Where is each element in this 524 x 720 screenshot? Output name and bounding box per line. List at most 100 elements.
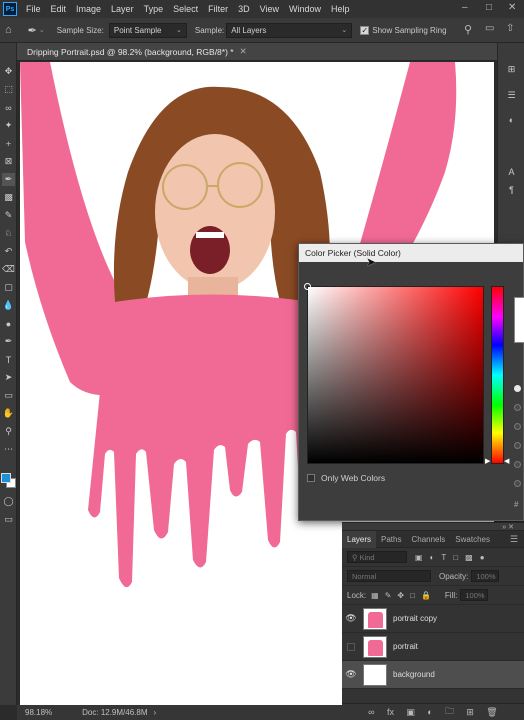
menu-view[interactable]: View (255, 4, 284, 14)
eyedropper-preset-icon[interactable]: ✒ (28, 24, 37, 37)
eyedropper-tool-icon[interactable]: ✒ (2, 173, 15, 186)
layer-style-icon[interactable]: fx (387, 707, 394, 717)
zoom-tool-icon[interactable]: ⚲ (2, 425, 15, 438)
menu-type[interactable]: Type (139, 4, 169, 14)
hue-slider[interactable] (491, 286, 504, 464)
red-radio[interactable] (514, 442, 521, 449)
eraser-tool-icon[interactable]: ⌫ (2, 263, 15, 276)
lock-pixels-icon[interactable]: ✎ (385, 591, 392, 600)
only-web-colors-checkbox[interactable] (307, 474, 315, 482)
tab-swatches[interactable]: Swatches (450, 531, 495, 548)
menu-file[interactable]: File (21, 4, 46, 14)
hue-radio[interactable] (514, 385, 521, 392)
sample-select[interactable]: All Layers ⌄ (226, 22, 353, 38)
move-tool-icon[interactable]: ✥ (2, 65, 15, 78)
magic-wand-tool-icon[interactable]: ✦ (2, 119, 15, 132)
clone-stamp-tool-icon[interactable]: ♘ (2, 227, 15, 240)
adjustments-panel-icon[interactable]: ◐ (505, 113, 518, 126)
menu-image[interactable]: Image (71, 4, 106, 14)
menu-help[interactable]: Help (326, 4, 355, 14)
blur-tool-icon[interactable]: 💧 (2, 299, 15, 312)
hue-slider-handle-icon[interactable]: ◀ (504, 457, 509, 465)
type-tool-icon[interactable]: T (2, 353, 15, 366)
crop-tool-icon[interactable]: ⧾ (2, 137, 15, 150)
dodge-tool-icon[interactable]: ● (2, 317, 15, 330)
home-icon[interactable]: ⌂ (5, 24, 12, 36)
gradient-tool-icon[interactable]: ▢ (2, 281, 15, 294)
more-tools-icon[interactable]: ⋯ (2, 443, 15, 456)
lock-transparency-icon[interactable]: ▦ (371, 591, 379, 600)
layer-name[interactable]: portrait (393, 642, 418, 651)
show-sampling-ring-checkbox[interactable]: ✓ (360, 25, 370, 35)
paragraph-panel-icon[interactable]: ¶ (505, 183, 518, 196)
new-layer-icon[interactable]: ⊞ (466, 707, 474, 718)
menu-window[interactable]: Window (284, 4, 326, 14)
close-tab-icon[interactable]: ✕ (240, 46, 247, 57)
frame-tool-icon[interactable]: ⊠ (2, 155, 15, 168)
color-selection-marker[interactable] (304, 283, 311, 290)
menu-edit[interactable]: Edit (46, 4, 72, 14)
saturation-radio[interactable] (514, 404, 521, 411)
layer-name[interactable]: background (393, 670, 435, 679)
eye-icon[interactable]: 👁 (342, 613, 360, 624)
properties-panel-icon[interactable]: ☰ (505, 89, 518, 102)
document-tab[interactable]: Dripping Portrait.psd @ 98.2% (backgroun… (17, 43, 497, 61)
path-selection-tool-icon[interactable]: ➤ (2, 371, 15, 384)
menu-filter[interactable]: Filter (203, 4, 233, 14)
search-icon[interactable]: ⚲ (464, 23, 472, 36)
pixel-filter-icon[interactable]: ▣ (415, 553, 423, 562)
quick-mask-icon[interactable]: ◯ (2, 495, 15, 508)
new-group-icon[interactable]: 🗀 (445, 704, 454, 720)
chevron-down-icon[interactable]: ⌄ (39, 26, 45, 34)
lock-position-icon[interactable]: ✥ (397, 591, 404, 600)
tab-channels[interactable]: Channels (406, 531, 450, 548)
only-web-colors-option[interactable]: Only Web Colors (307, 473, 385, 483)
add-mask-icon[interactable]: ▣ (406, 707, 415, 718)
layer-row[interactable]: 👁 background (342, 661, 524, 689)
character-panel-icon[interactable]: A (505, 165, 518, 178)
chevron-right-icon[interactable]: › (154, 708, 157, 717)
hue-slider-handle-icon[interactable]: ▶ (485, 457, 490, 465)
layer-name[interactable]: portrait copy (393, 614, 437, 623)
menu-layer[interactable]: Layer (106, 4, 139, 14)
visibility-toggle[interactable] (347, 642, 355, 651)
link-layers-icon[interactable]: ∞ (368, 707, 374, 717)
menu-3d[interactable]: 3D (233, 4, 255, 14)
tab-paths[interactable]: Paths (376, 531, 406, 548)
panel-menu-icon[interactable]: ☰ (510, 534, 518, 545)
brightness-radio[interactable] (514, 423, 521, 430)
blend-mode-select[interactable]: Normal (347, 570, 431, 582)
blue-radio[interactable] (514, 480, 521, 487)
marquee-tool-icon[interactable]: ⬚ (2, 83, 15, 96)
lock-all-icon[interactable]: 🔒 (421, 591, 431, 600)
kind-filter-select[interactable]: ⚲ Kind (347, 551, 407, 563)
adjustment-filter-icon[interactable]: ◐ (430, 553, 435, 562)
eye-icon[interactable]: 👁 (342, 669, 360, 680)
fill-input[interactable]: 100% (460, 589, 489, 601)
brush-tool-icon[interactable]: ✎ (2, 209, 15, 222)
tab-layers[interactable]: Layers (342, 530, 377, 548)
pen-tool-icon[interactable]: ✒ (2, 335, 15, 348)
hand-tool-icon[interactable]: ✋ (2, 407, 15, 420)
close-window-icon[interactable]: ✕ (508, 2, 516, 13)
color-picker-title[interactable]: Color Picker (Solid Color) (299, 244, 523, 262)
smart-object-filter-icon[interactable]: ▩ (465, 553, 473, 562)
rectangle-tool-icon[interactable]: ▭ (2, 389, 15, 402)
shape-filter-icon[interactable]: □ (453, 553, 458, 562)
lasso-tool-icon[interactable]: ∞ (2, 101, 15, 114)
history-panel-icon[interactable]: ⊞ (505, 63, 518, 76)
green-radio[interactable] (514, 461, 521, 468)
minimize-icon[interactable]: – (462, 2, 468, 13)
adjustment-layer-icon[interactable]: ◐ (427, 707, 432, 717)
type-filter-icon[interactable]: T (441, 553, 446, 562)
layer-row[interactable]: 👁 portrait copy (342, 605, 524, 633)
workspace-icon[interactable]: ▭ (485, 23, 494, 34)
zoom-level[interactable]: 98.18% (25, 708, 52, 717)
share-icon[interactable]: ⇧ (506, 23, 514, 34)
sample-size-select[interactable]: Point Sample ⌄ (108, 22, 187, 38)
screen-mode-icon[interactable]: ▭ (2, 513, 15, 526)
opacity-input[interactable]: 100% (471, 570, 500, 582)
layer-row[interactable]: portrait (342, 633, 524, 661)
filter-toggle-icon[interactable]: ● (480, 553, 485, 562)
healing-brush-tool-icon[interactable]: ▩ (2, 191, 15, 204)
